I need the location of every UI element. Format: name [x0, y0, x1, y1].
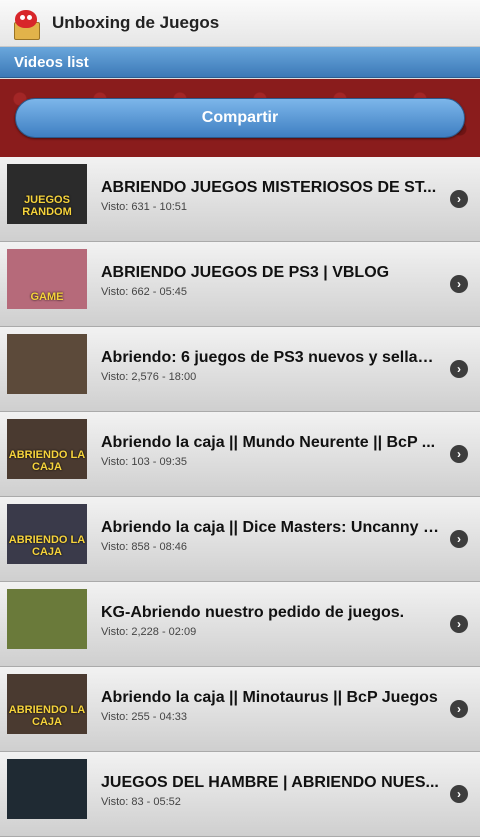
- video-thumbnail-text: ABRIENDO LA CAJA: [8, 449, 86, 473]
- chevron-right-icon[interactable]: ›: [450, 700, 468, 718]
- video-list-item[interactable]: JUEGOS DEL HAMBRE | ABRIENDO NUES... Vis…: [0, 752, 480, 837]
- video-list-item[interactable]: KG-Abriendo nuestro pedido de juegos. Vi…: [0, 582, 480, 667]
- video-list-item[interactable]: GAME ABRIENDO JUEGOS DE PS3 | VBLOG Vist…: [0, 242, 480, 327]
- video-thumbnail-text: ABRIENDO LA CAJA: [8, 704, 86, 728]
- video-title: ABRIENDO JUEGOS DE PS3 | VBLOG: [101, 264, 390, 281]
- video-title: KG-Abriendo nuestro pedido de juegos.: [101, 604, 405, 621]
- app-bar: Unboxing de Juegos: [0, 0, 480, 47]
- chevron-right-icon[interactable]: ›: [450, 615, 468, 633]
- video-title: Abriendo la caja || Minotaurus || BcP Ju…: [101, 689, 438, 706]
- video-list: JUEGOS RANDOM ABRIENDO JUEGOS MISTERIOSO…: [0, 157, 480, 837]
- share-bar: Compartir: [0, 79, 480, 157]
- video-thumbnail: ABRIENDO LA CAJA: [7, 674, 87, 734]
- app-title: Unboxing de Juegos: [52, 13, 220, 32]
- video-list-item[interactable]: JUEGOS RANDOM ABRIENDO JUEGOS MISTERIOSO…: [0, 157, 480, 242]
- section-header: Videos list: [0, 47, 480, 78]
- video-thumbnail: [7, 759, 87, 819]
- chevron-right-icon[interactable]: ›: [450, 360, 468, 378]
- video-thumbnail: ABRIENDO LA CAJA: [7, 419, 87, 479]
- video-meta: Visto: 2,228 - 02:09: [101, 626, 197, 638]
- video-meta: Visto: 631 - 10:51: [101, 201, 188, 213]
- chevron-right-icon[interactable]: ›: [450, 190, 468, 208]
- video-meta: Visto: 662 - 05:45: [101, 286, 188, 298]
- video-thumbnail: ABRIENDO LA CAJA: [7, 504, 87, 564]
- video-meta: Visto: 858 - 08:46: [101, 541, 188, 553]
- video-title: Abriendo: 6 juegos de PS3 nuevos y sella…: [101, 349, 439, 366]
- video-thumbnail-text: ABRIENDO LA CAJA: [8, 534, 86, 558]
- share-button[interactable]: Compartir: [15, 98, 465, 138]
- video-list-item[interactable]: Abriendo: 6 juegos de PS3 nuevos y sella…: [0, 327, 480, 412]
- video-title: JUEGOS DEL HAMBRE | ABRIENDO NUES...: [101, 774, 439, 791]
- video-title: Abriendo la caja || Mundo Neurente || Bc…: [101, 434, 436, 451]
- video-thumbnail: [7, 334, 87, 394]
- video-thumbnail-text: JUEGOS RANDOM: [22, 194, 72, 218]
- video-list-item[interactable]: ABRIENDO LA CAJA Abriendo la caja || Dic…: [0, 497, 480, 582]
- section-title: Videos list: [14, 53, 89, 71]
- video-title: Abriendo la caja || Dice Masters: Uncann…: [101, 519, 439, 536]
- chevron-right-icon[interactable]: ›: [450, 530, 468, 548]
- video-thumbnail-text: GAME: [30, 291, 64, 303]
- chevron-right-icon[interactable]: ›: [450, 445, 468, 463]
- video-meta: Visto: 255 - 04:33: [101, 711, 188, 723]
- chevron-right-icon[interactable]: ›: [450, 275, 468, 293]
- video-thumbnail: JUEGOS RANDOM: [7, 164, 87, 224]
- video-meta: Visto: 103 - 09:35: [101, 456, 188, 468]
- video-meta: Visto: 83 - 05:52: [101, 796, 181, 808]
- app-logo-icon: [12, 8, 40, 40]
- video-thumbnail: GAME: [7, 249, 87, 309]
- video-meta: Visto: 2,576 - 18:00: [101, 371, 197, 383]
- video-title: ABRIENDO JUEGOS MISTERIOSOS DE ST...: [101, 179, 437, 196]
- video-list-item[interactable]: ABRIENDO LA CAJA Abriendo la caja || Min…: [0, 667, 480, 752]
- video-thumbnail: [7, 589, 87, 649]
- video-list-item[interactable]: ABRIENDO LA CAJA Abriendo la caja || Mun…: [0, 412, 480, 497]
- chevron-right-icon[interactable]: ›: [450, 785, 468, 803]
